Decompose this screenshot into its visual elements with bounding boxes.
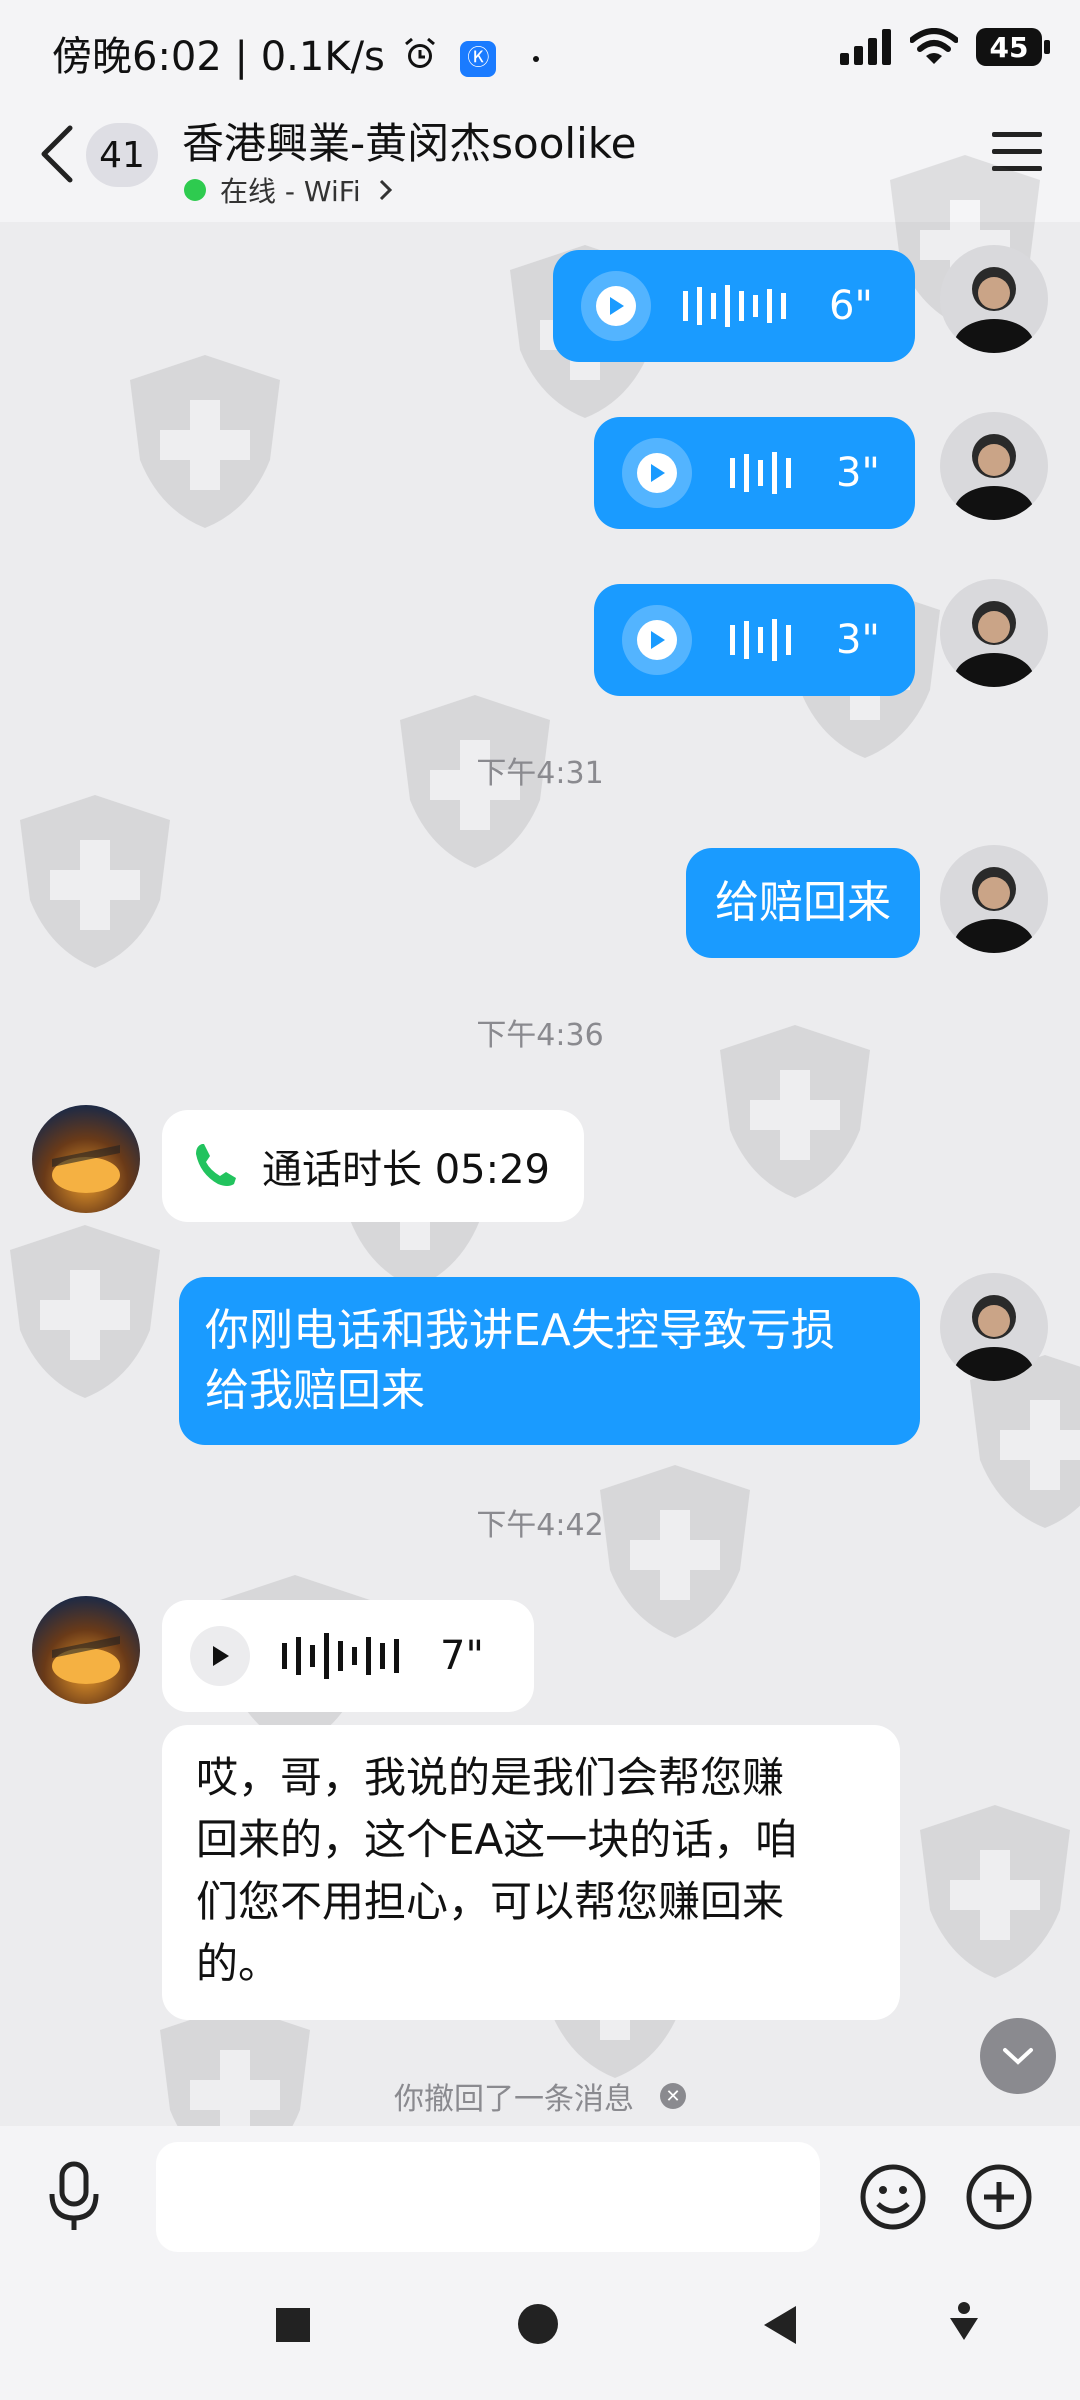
unread-count: 41: [99, 134, 145, 176]
emoji-button[interactable]: [858, 2162, 928, 2232]
my-avatar[interactable]: [940, 245, 1048, 353]
play-icon: [213, 1646, 229, 1666]
status-time: 傍晚6:02 | 0.1K/s Ⓚ: [52, 24, 540, 82]
hamburger-menu-icon: [992, 132, 1042, 171]
dot-icon: [533, 56, 540, 62]
message-timestamp: 下午4:42: [476, 1508, 604, 1543]
waveform-icon: [730, 452, 791, 494]
microphone-icon: [49, 2161, 99, 2230]
watermark-shield-icon: [920, 1805, 1070, 1978]
message-timestamp: 下午4:31: [476, 756, 604, 791]
voice-transcript[interactable]: 哎，哥，我说的是我们会帮您赚 回来的，这个EA这一块的话，咱 们您不用担心，可以…: [162, 1725, 900, 2020]
watermark-shield-icon: [600, 1465, 750, 1638]
chevron-down-icon: [1003, 2048, 1033, 2065]
recent-apps-button[interactable]: [276, 2308, 310, 2342]
battery-indicator: 45: [976, 28, 1050, 66]
call-duration-text: 通话时长 05:29: [262, 1147, 550, 1193]
call-record-message[interactable]: 通话时长 05:29: [162, 1110, 584, 1222]
triangle-back-icon: [764, 2306, 796, 2344]
voice-duration: 3": [836, 450, 880, 496]
play-icon: [651, 631, 665, 649]
wifi-icon: [910, 28, 958, 64]
unread-count-badge[interactable]: 41: [86, 123, 158, 187]
emoji-icon: [860, 2164, 926, 2230]
transcript-line: 们您不用担心，可以帮您赚回来: [196, 1877, 785, 1926]
text-message[interactable]: 你刚电话和我讲EA失控导致亏损 给我赔回来: [179, 1277, 920, 1445]
input-bar: [0, 2126, 1080, 2270]
play-button[interactable]: [581, 271, 651, 341]
close-icon[interactable]: ✕: [660, 2083, 686, 2109]
play-icon: [610, 297, 624, 315]
watermark-shield-icon: [20, 795, 170, 968]
voice-duration: 3": [836, 617, 880, 663]
voice-message[interactable]: 6": [553, 250, 915, 362]
text-message[interactable]: 给赔回来: [686, 848, 920, 958]
chat-status-text: 在线 - WiFi: [220, 175, 361, 208]
signal-icon: [840, 29, 891, 65]
message-text: 给赔回来: [715, 877, 891, 928]
online-dot-icon: [184, 179, 206, 201]
app-k-icon: Ⓚ: [460, 41, 497, 77]
chat-status[interactable]: 在线 - WiFi: [184, 170, 399, 210]
voice-duration: 7": [440, 1633, 484, 1679]
my-avatar[interactable]: [940, 1273, 1048, 1381]
contact-avatar[interactable]: [32, 1596, 140, 1704]
message-text-line: 你刚电话和我讲EA失控导致亏损: [205, 1305, 835, 1356]
status-icons: 45: [840, 28, 1050, 66]
voice-input-button[interactable]: [44, 2156, 104, 2236]
play-button[interactable]: [622, 438, 692, 508]
voice-duration: 6": [829, 283, 873, 329]
transcript-line: 的。: [196, 1939, 281, 1988]
waveform-icon: [282, 1633, 399, 1679]
chevron-left-icon: [41, 125, 73, 183]
back-nav-button[interactable]: [760, 2304, 800, 2350]
phone-icon: [196, 1144, 236, 1186]
voice-message[interactable]: 7": [162, 1600, 534, 1712]
accessibility-button[interactable]: [946, 2300, 982, 2350]
waveform-icon: [683, 285, 786, 327]
chat-title[interactable]: 香港興業-黄闵杰soolike: [182, 110, 636, 171]
my-avatar[interactable]: [940, 845, 1048, 953]
accessibility-icon: [950, 2302, 978, 2340]
contact-avatar[interactable]: [32, 1105, 140, 1213]
my-avatar[interactable]: [940, 579, 1048, 687]
watermark-shield-icon: [130, 355, 280, 528]
transcript-line: 回来的，这个EA这一块的话，咱: [196, 1815, 798, 1864]
recall-notice: 你撤回了一条消息 ✕: [0, 2074, 1080, 2118]
chevron-right-icon: [379, 179, 392, 201]
header-bar: 傍晚6:02 | 0.1K/s Ⓚ 45 41 香港興業-黄闵杰soolike …: [0, 0, 1080, 222]
message-timestamp: 下午4:36: [476, 1018, 604, 1053]
alarm-icon: [402, 36, 438, 82]
system-nav-bar: [0, 2270, 1080, 2400]
voice-message[interactable]: 3": [594, 417, 915, 529]
status-time-text: 傍晚6:02 | 0.1K/s: [52, 34, 385, 80]
play-button[interactable]: [190, 1626, 250, 1686]
waveform-icon: [730, 619, 791, 661]
menu-button[interactable]: [992, 130, 1042, 174]
home-button[interactable]: [518, 2304, 558, 2344]
plus-circle-icon: [966, 2164, 1032, 2230]
transcript-line: 哎，哥，我说的是我们会帮您赚: [196, 1753, 785, 1802]
more-options-button[interactable]: [964, 2162, 1034, 2232]
back-button[interactable]: [34, 118, 82, 190]
play-button[interactable]: [622, 605, 692, 675]
message-text-line: 给我赔回来: [205, 1365, 425, 1416]
voice-message[interactable]: 3": [594, 584, 915, 696]
recall-notice-text: 你撤回了一条消息: [394, 2082, 634, 2117]
watermark-shield-icon: [10, 1225, 160, 1398]
battery-level: 45: [989, 30, 1029, 64]
message-input[interactable]: [156, 2142, 820, 2252]
my-avatar[interactable]: [940, 412, 1048, 520]
play-icon: [651, 464, 665, 482]
